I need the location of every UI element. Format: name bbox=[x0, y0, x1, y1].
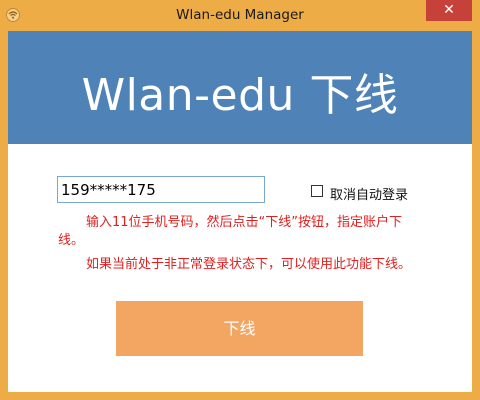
close-icon: ✕ bbox=[443, 2, 455, 18]
page-title: Wlan-edu 下线 bbox=[81, 70, 399, 121]
cancel-auto-login-checkbox[interactable] bbox=[311, 185, 323, 197]
app-window: Wlan-edu Manager ✕ Wlan-edu 下线 取消自动登录 输入… bbox=[0, 0, 480, 400]
instruction-text: 输入11位手机号码，然后点击“下线”按钮，指定账户下线。 bbox=[58, 215, 403, 248]
cancel-auto-login-label: 取消自动登录 bbox=[330, 188, 409, 203]
close-button[interactable]: ✕ bbox=[426, 0, 472, 21]
window-title: Wlan-edu Manager bbox=[176, 7, 304, 23]
title-bar[interactable]: Wlan-edu Manager ✕ bbox=[0, 0, 480, 31]
abnormal-state-hint: 如果当前处于非正常登录状态下，可以使用此功能下线。 bbox=[86, 257, 412, 272]
client-area: Wlan-edu 下线 取消自动登录 输入11位手机号码，然后点击“下线”按钮，… bbox=[8, 31, 472, 392]
phone-number-input[interactable] bbox=[57, 176, 265, 203]
header-banner: Wlan-edu 下线 bbox=[8, 31, 472, 144]
logout-button[interactable]: 下线 bbox=[116, 301, 363, 356]
